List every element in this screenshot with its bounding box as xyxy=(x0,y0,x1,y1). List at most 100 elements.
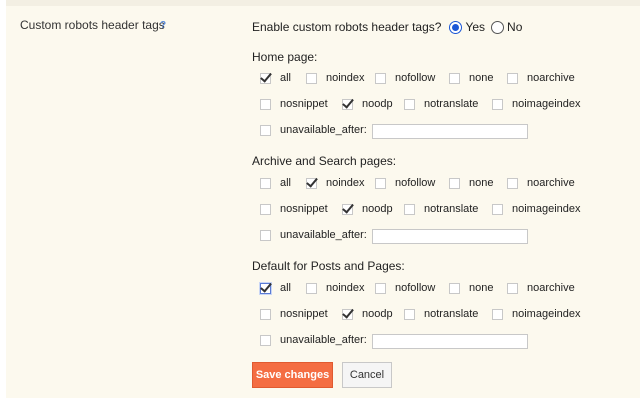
option-archive-noimageindex[interactable]: noimageindex xyxy=(492,203,581,215)
checkbox[interactable] xyxy=(260,203,271,215)
checkbox[interactable] xyxy=(342,308,353,320)
section-title-posts: Default for Posts and Pages: xyxy=(252,259,405,273)
option-posts-nofollow[interactable]: nofollow xyxy=(375,282,435,294)
option-archive-all[interactable]: all xyxy=(260,177,291,189)
option-posts-noarchive[interactable]: noarchive xyxy=(507,282,575,294)
checkbox[interactable] xyxy=(404,98,415,110)
enable-row: Enable custom robots header tags? Yes No xyxy=(252,20,528,34)
checkbox[interactable] xyxy=(306,282,317,294)
checkbox[interactable] xyxy=(507,72,518,84)
checkbox[interactable] xyxy=(306,177,317,189)
option-label: nofollow xyxy=(395,282,436,294)
checkbox[interactable] xyxy=(260,98,271,110)
checkbox[interactable] xyxy=(375,282,386,294)
option-label: noodp xyxy=(362,98,393,110)
checkbox[interactable] xyxy=(260,124,271,136)
option-archive-noarchive[interactable]: noarchive xyxy=(507,177,575,189)
checkbox[interactable] xyxy=(449,72,460,84)
option-home-all[interactable]: all xyxy=(260,72,291,84)
option-posts-noindex[interactable]: noindex xyxy=(306,282,365,294)
option-posts-noimageindex[interactable]: noimageindex xyxy=(492,308,581,320)
unavailable-after-input-posts[interactable] xyxy=(372,334,528,349)
option-label: none xyxy=(469,72,494,84)
option-home-none[interactable]: none xyxy=(449,72,493,84)
checkbox[interactable] xyxy=(492,203,503,215)
checkbox[interactable] xyxy=(404,308,415,320)
checkbox[interactable] xyxy=(260,177,271,189)
checkbox[interactable] xyxy=(449,282,460,294)
unavailable-after-input-archive[interactable] xyxy=(372,229,528,244)
checkbox[interactable] xyxy=(260,308,271,320)
checkbox[interactable] xyxy=(306,72,317,84)
option-home-noindex[interactable]: noindex xyxy=(306,72,365,84)
option-label: noimageindex xyxy=(512,308,581,320)
option-archive-noodp[interactable]: noodp xyxy=(342,203,393,215)
checkbox[interactable] xyxy=(404,203,415,215)
option-posts-none[interactable]: none xyxy=(449,282,493,294)
option-label: all xyxy=(280,177,292,189)
section-title-home: Home page: xyxy=(252,50,318,64)
checkbox[interactable] xyxy=(507,282,518,294)
option-home-noodp[interactable]: noodp xyxy=(342,98,393,110)
radio-no[interactable] xyxy=(491,20,505,34)
option-posts-noodp[interactable]: noodp xyxy=(342,308,393,320)
option-posts-unavailable-after[interactable]: unavailable_after: xyxy=(260,334,367,346)
option-home-nosnippet[interactable]: nosnippet xyxy=(260,98,328,110)
radio-yes-option[interactable]: Yes xyxy=(449,20,485,34)
option-label: nosnippet xyxy=(280,203,328,215)
option-home-unavailable-after[interactable]: unavailable_after: xyxy=(260,124,367,136)
checkbox[interactable] xyxy=(449,177,460,189)
option-home-noimageindex[interactable]: noimageindex xyxy=(492,98,581,110)
option-label: noarchive xyxy=(527,282,575,294)
option-posts-all[interactable]: all xyxy=(260,282,291,294)
option-label: nofollow xyxy=(395,72,436,84)
option-label: noimageindex xyxy=(512,98,581,110)
option-label: noarchive xyxy=(527,177,575,189)
save-changes-button[interactable]: Save changes xyxy=(252,362,333,388)
option-posts-nosnippet[interactable]: nosnippet xyxy=(260,308,328,320)
option-label: none xyxy=(469,282,494,294)
option-archive-nosnippet[interactable]: nosnippet xyxy=(260,203,328,215)
option-label: noimageindex xyxy=(512,203,581,215)
checkbox[interactable] xyxy=(492,98,503,110)
radio-yes[interactable] xyxy=(449,20,463,34)
checkbox[interactable] xyxy=(507,177,518,189)
option-archive-unavailable-after[interactable]: unavailable_after: xyxy=(260,229,367,241)
radio-yes-label: Yes xyxy=(465,20,486,34)
option-archive-nofollow[interactable]: nofollow xyxy=(375,177,435,189)
unavailable-after-input-home[interactable] xyxy=(372,124,528,139)
checkbox[interactable] xyxy=(260,282,271,294)
enable-question: Enable custom robots header tags? xyxy=(252,20,442,34)
option-label: nosnippet xyxy=(280,308,328,320)
option-label: notranslate xyxy=(424,308,479,320)
checkbox[interactable] xyxy=(342,98,353,110)
checkbox[interactable] xyxy=(260,229,271,241)
option-label: nofollow xyxy=(395,177,436,189)
option-archive-none[interactable]: none xyxy=(449,177,493,189)
option-label: nosnippet xyxy=(280,98,328,110)
option-label: all xyxy=(280,282,292,294)
checkbox[interactable] xyxy=(375,72,386,84)
checkbox[interactable] xyxy=(342,203,353,215)
setting-label: Custom robots header tags xyxy=(20,18,165,32)
option-label: unavailable_after: xyxy=(280,229,367,241)
option-archive-noindex[interactable]: noindex xyxy=(306,177,365,189)
option-home-nofollow[interactable]: nofollow xyxy=(375,72,435,84)
checkbox[interactable] xyxy=(260,334,271,346)
option-label: all xyxy=(280,72,292,84)
radio-no-option[interactable]: No xyxy=(491,20,522,34)
option-posts-notranslate[interactable]: notranslate xyxy=(404,308,478,320)
checkbox[interactable] xyxy=(492,308,503,320)
section-title-archive: Archive and Search pages: xyxy=(252,154,397,168)
cancel-button[interactable]: Cancel xyxy=(342,362,392,388)
checkbox[interactable] xyxy=(375,177,386,189)
option-archive-notranslate[interactable]: notranslate xyxy=(404,203,478,215)
option-label: noindex xyxy=(326,177,365,189)
help-icon[interactable]: ? xyxy=(160,20,166,31)
option-label: noindex xyxy=(326,72,365,84)
option-home-notranslate[interactable]: notranslate xyxy=(404,98,478,110)
option-home-noarchive[interactable]: noarchive xyxy=(507,72,575,84)
checkbox[interactable] xyxy=(260,72,271,84)
radio-no-label: No xyxy=(507,20,523,34)
option-label: notranslate xyxy=(424,203,479,215)
